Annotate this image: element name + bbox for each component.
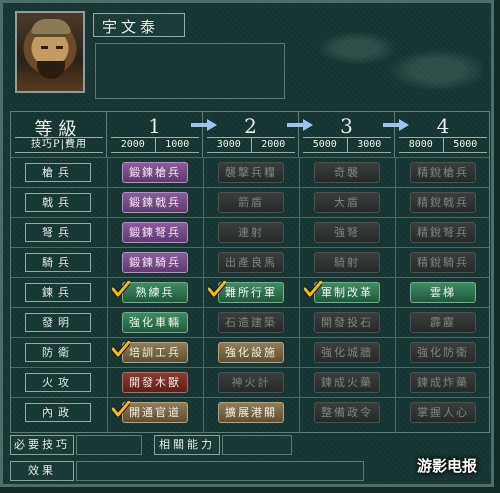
skill-button[interactable]: 擴展港關	[218, 402, 284, 423]
skill-button[interactable]: 難所行軍	[218, 282, 284, 303]
tech-tree-grid: 等級 技巧P|費用 1 2000 1000 2 3000 2000 3 5000 3000 4 80…	[10, 111, 490, 433]
skill-button[interactable]: 開發投石	[314, 312, 380, 333]
skill-button[interactable]: 神火計	[218, 372, 284, 393]
character-portrait	[15, 11, 85, 93]
column-divider	[107, 157, 108, 433]
tech-points-value: 8000	[399, 138, 444, 152]
gold-cost-value: 2000	[261, 139, 286, 150]
skill-button[interactable]: 連射	[218, 222, 284, 243]
tech-points-value: 5000	[303, 138, 348, 152]
checkmark-icon	[302, 279, 324, 298]
skill-button[interactable]: 騎射	[314, 252, 380, 273]
points-cost-pair: 8000 5000	[399, 137, 487, 153]
skill-button[interactable]: 開通官道	[122, 402, 188, 423]
effect-value	[76, 461, 364, 481]
level-column-header: 3 5000 3000	[299, 112, 395, 157]
gold-cost-value: 1000	[165, 139, 190, 150]
row-divider	[11, 217, 489, 218]
window-frame: 宇文泰 等級 技巧P|費用 1 2000 1000 2 3000 2000 3 5000 300…	[0, 0, 494, 487]
skill-button[interactable]: 奇襲	[314, 162, 380, 183]
watermark-text: 游影电报	[416, 457, 477, 475]
checkmark-icon	[110, 339, 132, 358]
skill-button[interactable]: 強化設施	[218, 342, 284, 363]
category-label: 騎兵	[25, 253, 91, 272]
checkmark-icon	[206, 279, 228, 298]
gold-cost-value: 5000	[453, 139, 478, 150]
skill-button[interactable]: 雲梯	[410, 282, 476, 303]
checkmark-icon	[110, 279, 132, 298]
category-label: 內政	[25, 403, 91, 422]
skill-button[interactable]: 鍛鍊弩兵	[122, 222, 188, 243]
category-label: 弩兵	[25, 223, 91, 242]
points-cost-pair: 5000 3000	[303, 137, 391, 153]
related-ability-label: 相關能力	[154, 435, 220, 455]
skill-button[interactable]: 石造建築	[218, 312, 284, 333]
skill-button[interactable]: 鍛鍊槍兵	[122, 162, 188, 183]
level-header: 等級 技巧P|費用	[11, 112, 107, 157]
skill-button[interactable]: 大盾	[314, 192, 380, 213]
skill-button[interactable]: 鍊成火藥	[314, 372, 380, 393]
level-column-header: 2 3000 2000	[203, 112, 299, 157]
skill-button[interactable]: 精銳槍兵	[410, 162, 476, 183]
required-skill-label: 必要技巧	[10, 435, 74, 455]
skill-button[interactable]: 箭盾	[218, 192, 284, 213]
gold-cost-value: 3000	[357, 139, 382, 150]
checkmark-icon	[110, 399, 132, 418]
level-column-header: 4 8000 5000	[395, 112, 491, 157]
category-label: 火攻	[25, 373, 91, 392]
skill-button[interactable]: 熟練兵	[122, 282, 188, 303]
description-box	[95, 43, 285, 99]
row-divider	[11, 277, 489, 278]
row-divider	[11, 397, 489, 398]
category-label: 發明	[25, 313, 91, 332]
row-divider	[11, 337, 489, 338]
skill-button[interactable]: 強化城牆	[314, 342, 380, 363]
category-label: 槍兵	[25, 163, 91, 182]
level-column-header: 1 2000 1000	[107, 112, 203, 157]
row-divider	[11, 187, 489, 188]
points-cost-pair: 2000 1000	[111, 137, 199, 153]
related-ability-value	[222, 435, 292, 455]
skill-button[interactable]: 整備政令	[314, 402, 380, 423]
level-number: 3	[340, 114, 353, 138]
skill-button[interactable]: 掌握人心	[410, 402, 476, 423]
column-divider	[203, 157, 204, 433]
skill-button[interactable]: 霹靂	[410, 312, 476, 333]
level-number: 1	[148, 114, 161, 138]
skill-button[interactable]: 開發木獸	[122, 372, 188, 393]
points-cost-label: 技巧P|費用	[15, 137, 103, 153]
skill-button[interactable]: 鍛鍊騎兵	[122, 252, 188, 273]
row-divider	[11, 367, 489, 368]
category-label: 防衛	[25, 343, 91, 362]
row-divider	[11, 157, 489, 158]
required-skill-value	[76, 435, 142, 455]
skill-button[interactable]: 鍊成炸藥	[410, 372, 476, 393]
column-divider	[395, 157, 396, 433]
row-divider	[11, 247, 489, 248]
row-divider	[11, 307, 489, 308]
category-label: 戟兵	[25, 193, 91, 212]
skill-button[interactable]: 鍛鍊戟兵	[122, 192, 188, 213]
skill-button[interactable]: 強化防衛	[410, 342, 476, 363]
skill-button[interactable]: 精銳戟兵	[410, 192, 476, 213]
points-cost-pair: 3000 2000	[207, 137, 295, 153]
skill-button[interactable]: 出產良馬	[218, 252, 284, 273]
skill-button[interactable]: 精銳弩兵	[410, 222, 476, 243]
effect-label: 效果	[10, 461, 74, 481]
skill-button[interactable]: 強化車輛	[122, 312, 188, 333]
column-divider	[299, 157, 300, 433]
level-number: 4	[436, 114, 450, 138]
skill-button[interactable]: 軍制改革	[314, 282, 380, 303]
skill-button[interactable]: 強弩	[314, 222, 380, 243]
background-map-ghost	[303, 13, 483, 101]
skill-button[interactable]: 襲擊兵糧	[218, 162, 284, 183]
skill-button[interactable]: 培訓工兵	[122, 342, 188, 363]
character-name: 宇文泰	[93, 13, 185, 37]
level-number: 2	[244, 114, 257, 138]
tech-points-value: 3000	[207, 138, 252, 152]
tech-points-value: 2000	[111, 138, 156, 152]
skill-button[interactable]: 精銳騎兵	[410, 252, 476, 273]
category-label: 鍊兵	[25, 283, 91, 302]
